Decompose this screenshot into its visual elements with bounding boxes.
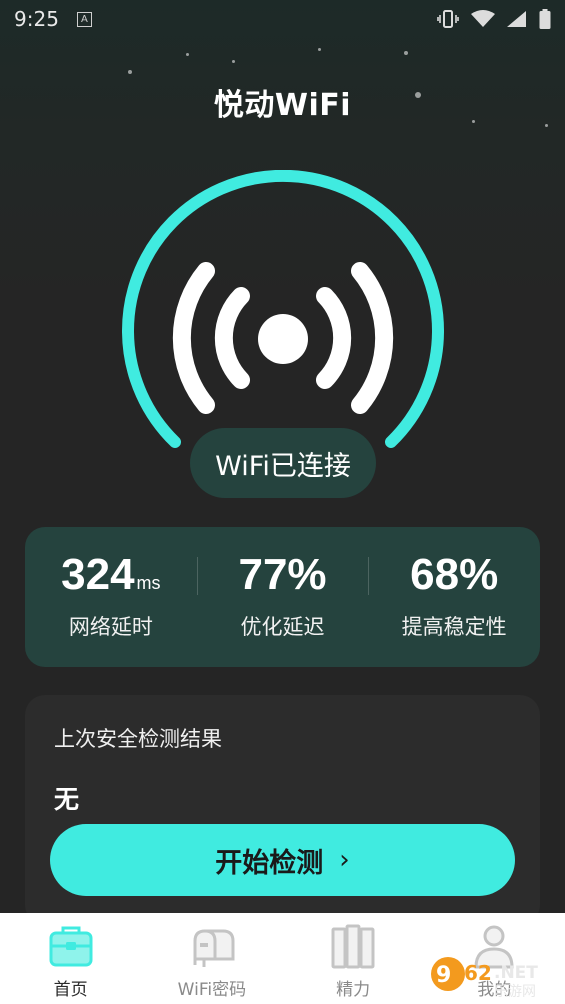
stat-optimize: 77% 优化延迟 [196, 553, 369, 641]
stat-value: 324 ms [25, 553, 197, 597]
wifi-status-icon [471, 10, 495, 27]
toolbox-icon [49, 926, 93, 967]
stat-value: 68% [368, 553, 540, 597]
vibrate-icon [437, 10, 459, 28]
status-bar: 9:25 A [0, 0, 565, 38]
svg-text:乐游网: 乐游网 [494, 984, 536, 1000]
stat-label: 优化延迟 [240, 615, 325, 639]
nav-item-home[interactable]: 首页 [0, 913, 141, 1004]
svg-text:62: 62 [464, 961, 492, 985]
nav-item-wifi-password[interactable]: WiFi密码 [141, 913, 282, 1004]
stat-number: 68% [410, 550, 499, 599]
app-title: 悦动WiFi [213, 88, 352, 123]
start-check-button[interactable]: 开始检测 › [50, 824, 515, 896]
wifi-signal-dot [258, 314, 308, 364]
mailbox-icon [193, 929, 235, 967]
stat-value: 77% [197, 553, 369, 597]
stat-number: 324 [61, 550, 135, 599]
nav-item-energy[interactable]: 精力 [283, 913, 424, 1004]
cell-signal-icon [507, 11, 526, 27]
status-time: 9:25 [14, 7, 59, 31]
stat-label: 提高稳定性 [401, 615, 507, 639]
stats-card: 324 ms 网络延时 77% 优化延迟 68% 提高稳定性 [25, 527, 540, 667]
nav-label: 精力 [336, 980, 371, 1000]
gauge-ring [122, 170, 444, 448]
site-watermark-logo: 9 62 .NET 乐游网 [431, 957, 538, 1000]
battery-icon [539, 9, 551, 29]
security-result: 无 [54, 785, 80, 814]
books-icon [331, 924, 375, 969]
svg-text:.NET: .NET [494, 963, 538, 983]
svg-text:9: 9 [436, 963, 451, 988]
notification-icon: A [76, 11, 92, 27]
stat-unit: ms [136, 573, 161, 593]
stat-latency: 324 ms 网络延时 [25, 553, 197, 641]
nav-label: 首页 [53, 980, 88, 1000]
chevron-right-icon: › [339, 845, 350, 875]
stat-label: 网络延时 [68, 615, 153, 639]
stat-stability: 68% 提高稳定性 [368, 553, 540, 641]
status-icons [437, 9, 551, 29]
nav-label: WiFi密码 [177, 980, 247, 1000]
stat-number: 77% [238, 550, 327, 599]
start-check-label: 开始检测 [215, 847, 324, 879]
security-title: 上次安全检测结果 [54, 727, 222, 751]
connection-status-pill: WiFi已连接 [190, 428, 376, 498]
